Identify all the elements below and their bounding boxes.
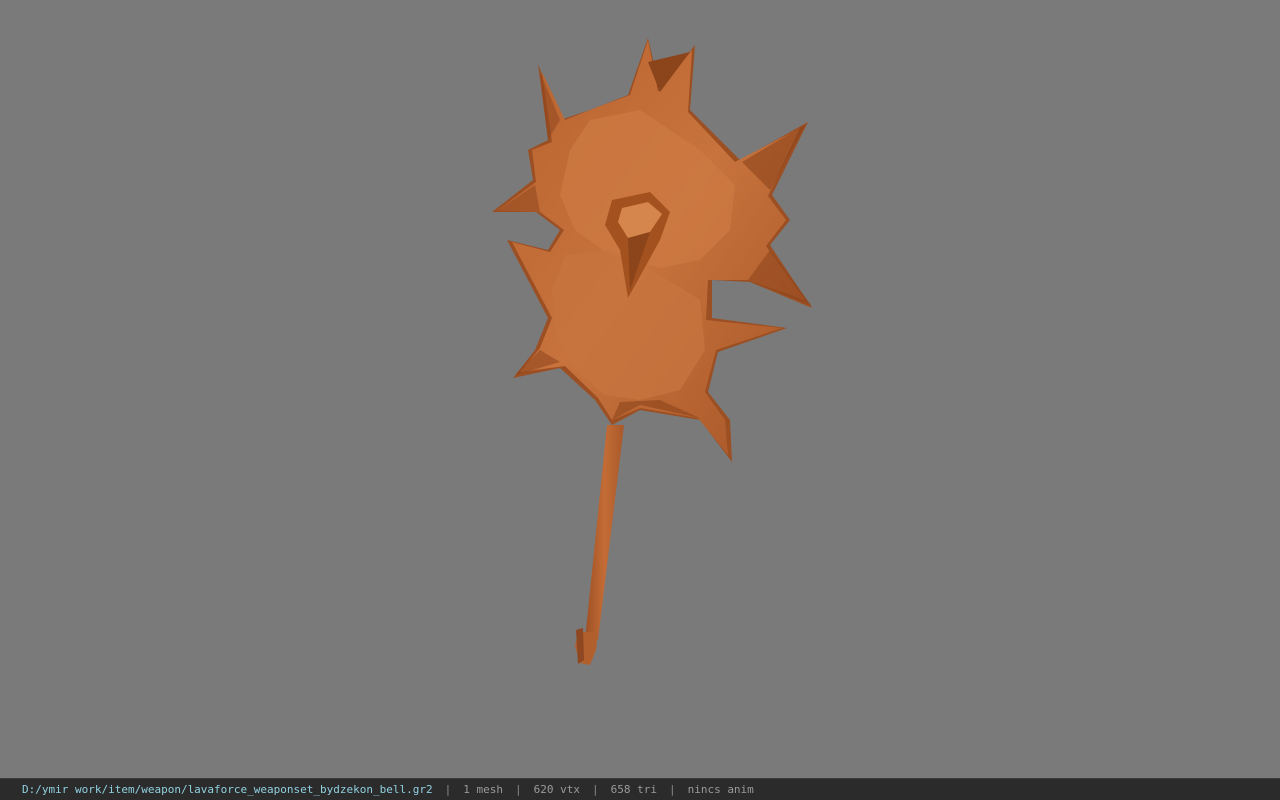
weapon-handle: [575, 425, 624, 665]
model-render[interactable]: [0, 0, 1280, 778]
separator: |: [668, 783, 676, 796]
triangle-count: 658 tri: [610, 783, 657, 796]
animation-status: nincs anim: [687, 783, 754, 796]
file-path: D:/ymir work/item/weapon/lavaforce_weapo…: [22, 783, 433, 796]
status-bar: D:/ymir work/item/weapon/lavaforce_weapo…: [0, 778, 1280, 800]
mesh-count: 1 mesh: [463, 783, 503, 796]
separator: |: [444, 783, 452, 796]
separator: |: [591, 783, 599, 796]
weapon-head: [492, 38, 812, 462]
3d-viewport[interactable]: [0, 0, 1280, 778]
separator: |: [514, 783, 522, 796]
vertex-count: 620 vtx: [533, 783, 580, 796]
